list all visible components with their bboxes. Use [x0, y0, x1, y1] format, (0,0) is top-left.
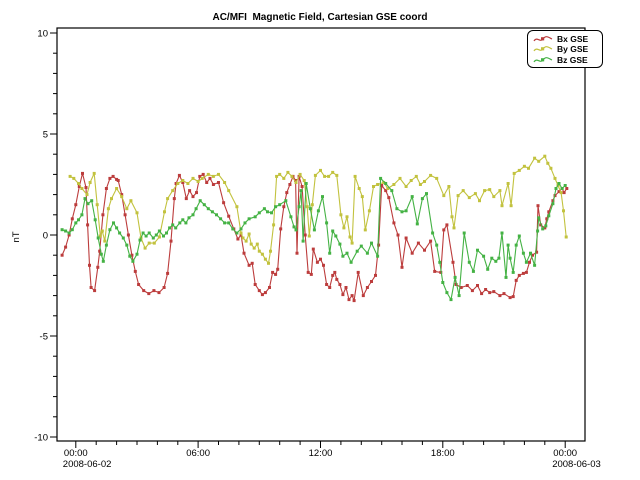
y-tick-label: -5 [40, 332, 48, 343]
x-tick-label: 00:00 [64, 448, 88, 459]
plot-border [57, 28, 585, 441]
legend-item-bz: Bz GSE [528, 55, 602, 65]
x-tick-label: 06:00 [186, 448, 210, 459]
legend-label-bz: Bz GSE [557, 55, 588, 65]
y-tick-label: 0 [43, 231, 48, 242]
plot-area: 1050-5-1000:002008-06-0206:0012:0018:000… [0, 0, 640, 480]
y-tick-label: 10 [37, 29, 48, 40]
y-tick-label: -10 [34, 433, 48, 444]
x-date-label: 2008-06-02 [63, 459, 112, 470]
legend-label-by: By GSE [557, 44, 588, 54]
bz-line-marker-icon [533, 55, 554, 65]
x-tick-label: 00:00 [553, 448, 577, 459]
legend-item-bx: Bx GSE [528, 34, 602, 44]
series-bx [61, 172, 569, 302]
bx-line-marker-icon [533, 34, 554, 44]
legend-item-by: By GSE [528, 44, 602, 54]
y-tick-label: 5 [43, 130, 48, 141]
x-date-label: 2008-06-03 [552, 459, 601, 470]
legend: Bx GSE By GSE Bz GSE [527, 30, 603, 68]
x-tick-label: 12:00 [309, 448, 333, 459]
by-line-marker-icon [533, 44, 554, 54]
x-tick-label: 18:00 [431, 448, 455, 459]
axis-ticks [50, 33, 565, 448]
legend-label-bx: Bx GSE [557, 34, 588, 44]
